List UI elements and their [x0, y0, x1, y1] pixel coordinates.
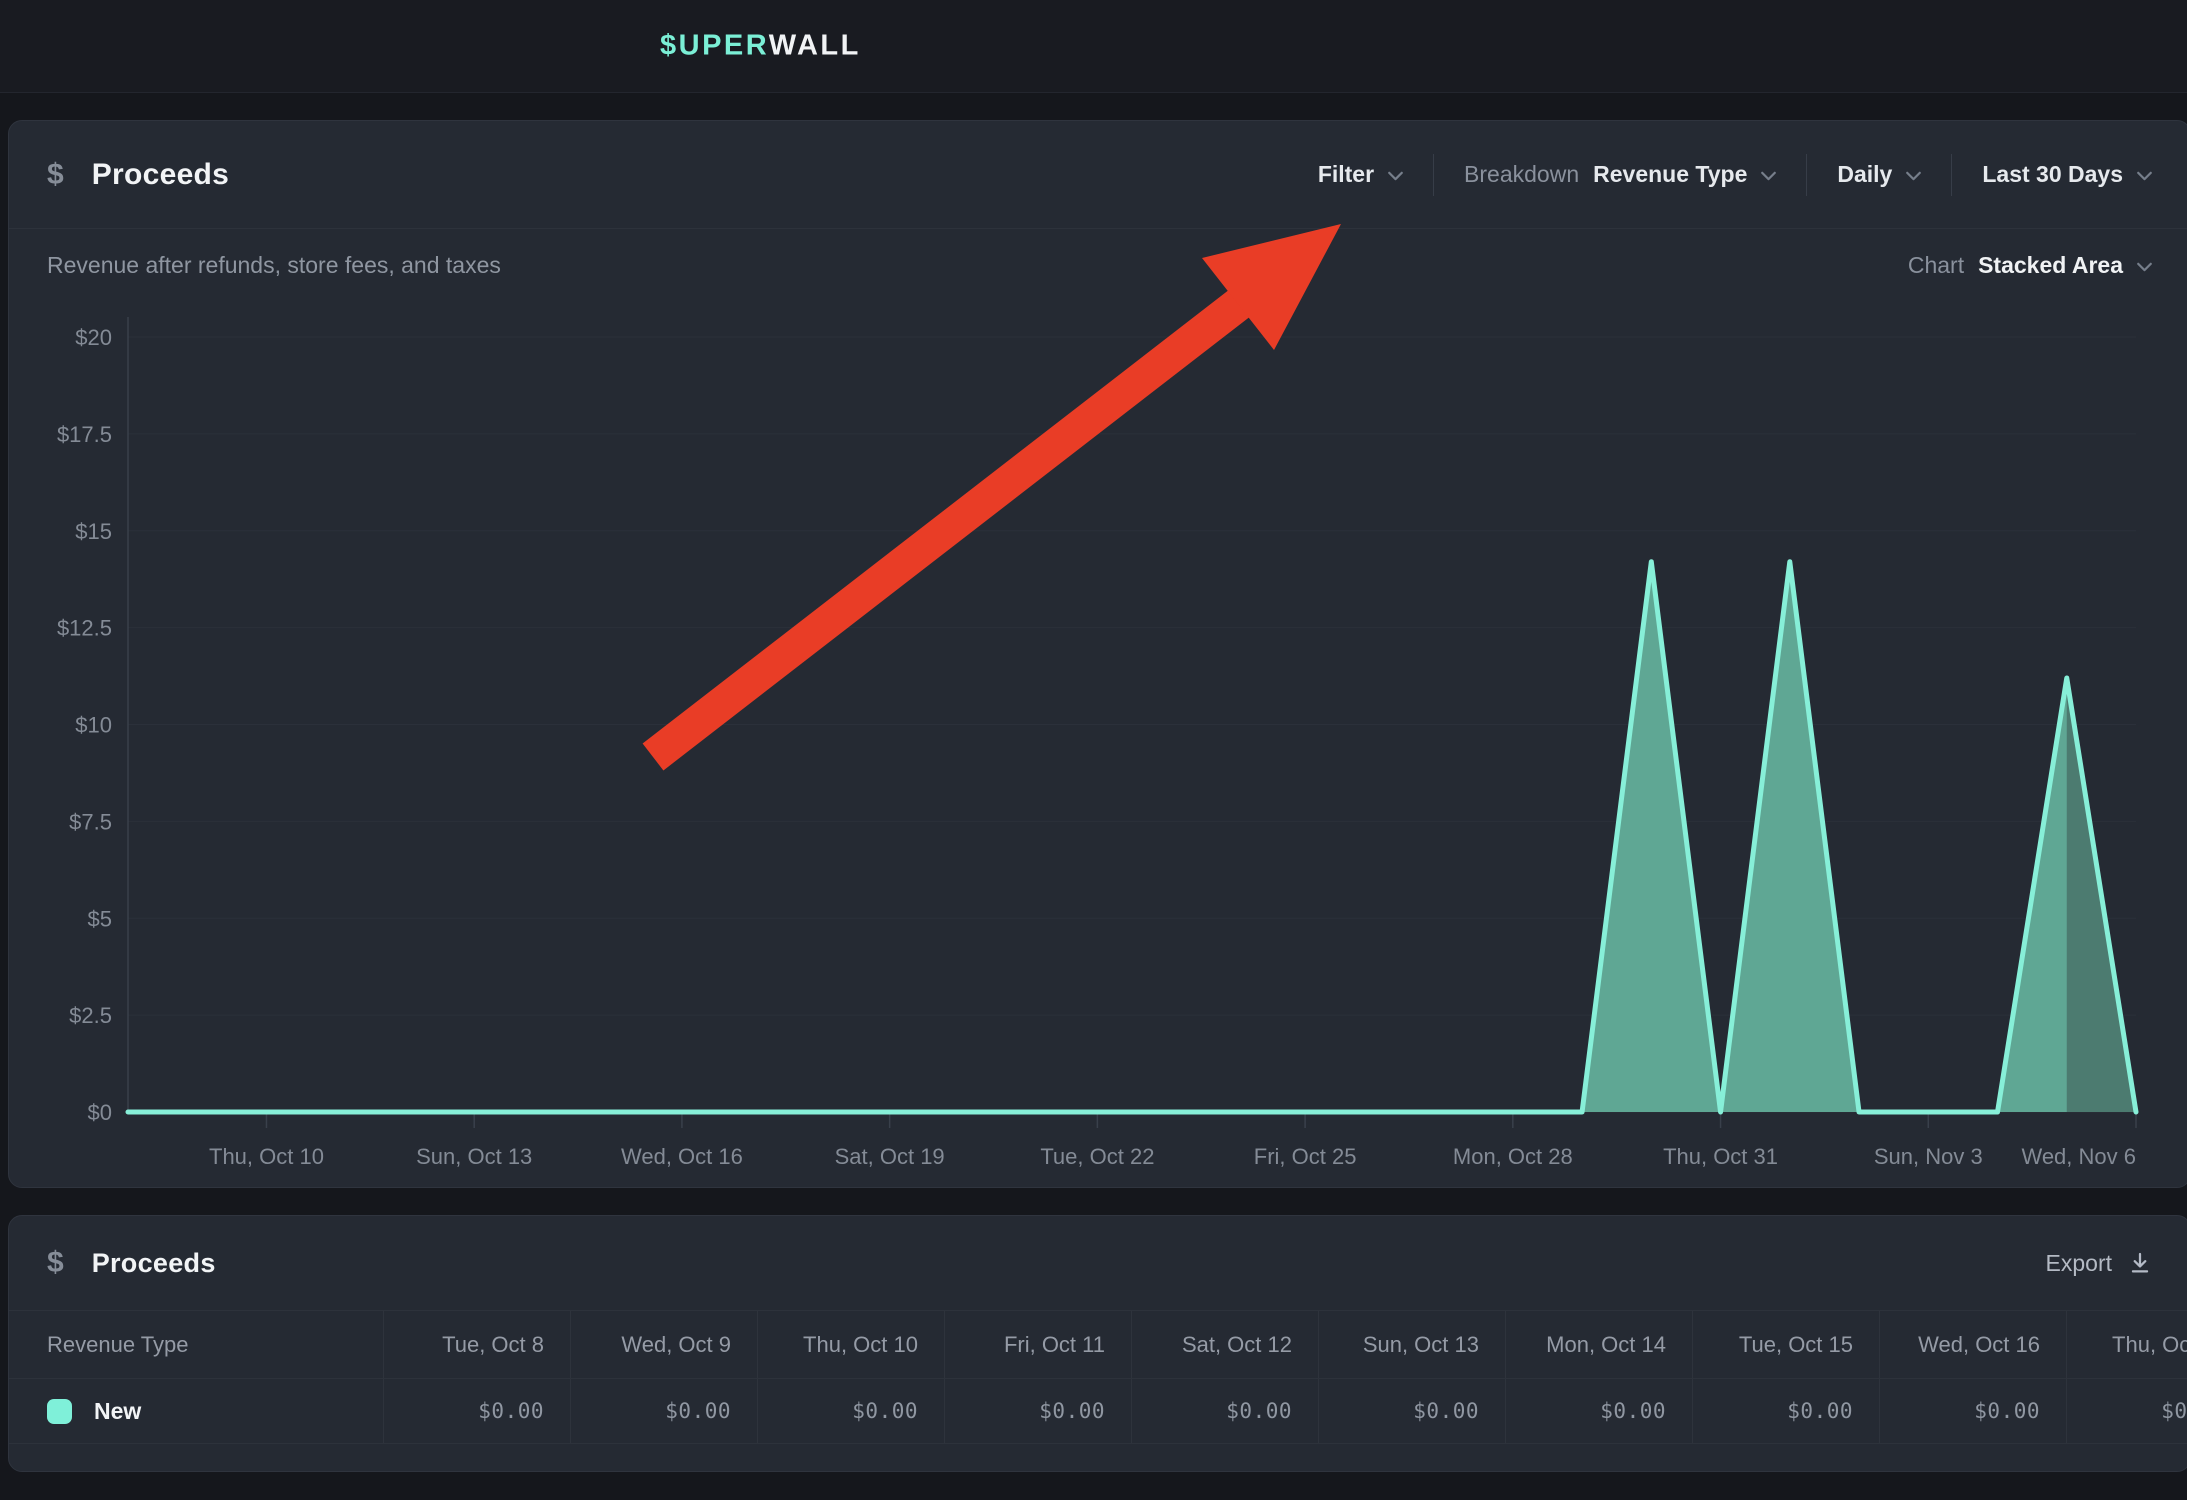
column-header-date: Wed, Oct 16 — [1879, 1311, 2066, 1378]
breakdown-dropdown[interactable]: Breakdown Revenue Type — [1464, 161, 1776, 188]
top-bar: $UPERWALL — [0, 0, 2187, 93]
chart-type-value: Stacked Area — [1978, 252, 2123, 279]
y-axis-tick-label: $2.5 — [69, 1003, 112, 1028]
filter-dropdown[interactable]: Filter — [1318, 161, 1403, 188]
table-header-row: Revenue TypeTue, Oct 8Wed, Oct 9Thu, Oct… — [9, 1311, 2187, 1379]
x-axis-tick-label: Sun, Oct 13 — [416, 1144, 532, 1169]
interval-dropdown[interactable]: Daily — [1837, 161, 1921, 188]
column-header-date: Wed, Oct 9 — [570, 1311, 757, 1378]
column-header-date: Sun, Oct 13 — [1318, 1311, 1505, 1378]
interval-value: Daily — [1837, 161, 1892, 188]
controls-divider — [1806, 154, 1807, 196]
chevron-down-icon — [2137, 171, 2152, 181]
x-axis-tick-label: Fri, Oct 25 — [1254, 1144, 1357, 1169]
superwall-logo[interactable]: $UPERWALL — [660, 30, 861, 63]
x-axis-tick-label: Thu, Oct 31 — [1663, 1144, 1778, 1169]
x-axis-tick-label: Tue, Oct 22 — [1040, 1144, 1154, 1169]
filter-label: Filter — [1318, 161, 1374, 188]
table-row: New$0.00$0.00$0.00$0.00$0.00$0.00$0.00$0… — [9, 1379, 2187, 1444]
breakdown-value: Revenue Type — [1593, 161, 1747, 188]
chevron-down-icon — [1388, 171, 1403, 181]
page-title: Proceeds — [92, 158, 229, 192]
cell-value: $0.00 — [1692, 1379, 1879, 1443]
cell-value: $0.00 — [757, 1379, 944, 1443]
chevron-down-icon — [2137, 262, 2152, 272]
table-card-title-group: $ Proceeds — [47, 1246, 216, 1280]
chart-type-label: Chart — [1908, 252, 1964, 279]
series-area-fill — [128, 562, 2136, 1112]
y-axis-tick-label: $0 — [88, 1100, 112, 1125]
date-range-value: Last 30 Days — [1982, 161, 2123, 188]
column-header-date: Tue, Oct 15 — [1692, 1311, 1879, 1378]
chart-subtitle-row: Revenue after refunds, store fees, and t… — [9, 229, 2187, 287]
column-header-date: Tue, Oct 8 — [383, 1311, 570, 1378]
y-axis-tick-label: $20 — [75, 325, 112, 350]
cell-value: $0.00 — [1318, 1379, 1505, 1443]
chart-type-dropdown[interactable]: Chart Stacked Area — [1908, 252, 2152, 279]
series-color-swatch — [47, 1399, 72, 1424]
dollar-icon: $ — [47, 158, 64, 192]
x-axis-tick-label: Sat, Oct 19 — [835, 1144, 945, 1169]
column-header-date: Sat, Oct 12 — [1131, 1311, 1318, 1378]
y-axis-tick-label: $5 — [88, 906, 112, 931]
chart-svg: $0 $2.5 $5 $7.5 $10 $12.5 $15 $17.5 $20 Thu, Oct … — [9, 287, 2187, 1187]
proceeds-chart[interactable]: $0 $2.5 $5 $7.5 $10 $12.5 $15 $17.5 $20 Thu, Oct … — [9, 287, 2187, 1187]
cell-value: $0.00 — [570, 1379, 757, 1443]
y-axis-tick-label: $15 — [75, 519, 112, 544]
x-axis-tick-label: Sun, Nov 3 — [1874, 1144, 1983, 1169]
x-axis-tick-label: Thu, Oct 10 — [209, 1144, 324, 1169]
chart-card-title-group: $ Proceeds — [47, 158, 229, 192]
proceeds-chart-card: $ Proceeds Filter Breakdown Revenue Type… — [8, 120, 2187, 1188]
y-axis-tick-label: $7.5 — [69, 809, 112, 834]
y-axis-tick-label: $12.5 — [57, 616, 112, 641]
cell-value: $0.00 — [1879, 1379, 2066, 1443]
x-axis-tick-label: Wed, Nov 6 — [2021, 1144, 2136, 1169]
chevron-down-icon — [1906, 171, 1921, 181]
download-icon — [2128, 1251, 2152, 1275]
column-header-revenue-type: Revenue Type — [9, 1311, 383, 1378]
controls-divider — [1951, 154, 1952, 196]
cell-value: $0.00 — [1131, 1379, 1318, 1443]
chart-subtitle: Revenue after refunds, store fees, and t… — [47, 252, 501, 279]
chart-card-header: $ Proceeds Filter Breakdown Revenue Type… — [9, 121, 2187, 229]
column-header-date: Thu, Oct 17 — [2066, 1311, 2187, 1378]
x-axis-tick-label: Mon, Oct 28 — [1453, 1144, 1573, 1169]
export-button[interactable]: Export — [2046, 1250, 2152, 1277]
cell-value: $0.00 — [2066, 1379, 2187, 1443]
proceeds-table-card: $ Proceeds Export Revenue TypeTue, Oct 8… — [8, 1215, 2187, 1472]
column-header-date: Mon, Oct 14 — [1505, 1311, 1692, 1378]
proceeds-table: Revenue TypeTue, Oct 8Wed, Oct 9Thu, Oct… — [9, 1311, 2187, 1444]
chart-controls: Filter Breakdown Revenue Type Daily Last… — [1318, 154, 2152, 196]
column-header-date: Thu, Oct 10 — [757, 1311, 944, 1378]
breakdown-label: Breakdown — [1464, 161, 1579, 188]
row-label: New — [94, 1398, 141, 1425]
chevron-down-icon — [1761, 171, 1776, 181]
date-range-dropdown[interactable]: Last 30 Days — [1982, 161, 2152, 188]
table-title: Proceeds — [92, 1248, 216, 1279]
logo-plain-text: WALL — [769, 30, 861, 62]
cell-value: $0.00 — [944, 1379, 1131, 1443]
logo-accent-text: $UPER — [660, 30, 769, 62]
dollar-icon: $ — [47, 1246, 64, 1280]
table-card-header: $ Proceeds Export — [9, 1216, 2187, 1311]
y-axis-tick-label: $10 — [75, 713, 112, 738]
x-axis-tick-label: Wed, Oct 16 — [621, 1144, 743, 1169]
row-label-cell: New — [9, 1379, 383, 1443]
cell-value: $0.00 — [1505, 1379, 1692, 1443]
column-header-date: Fri, Oct 11 — [944, 1311, 1131, 1378]
y-axis-tick-label: $17.5 — [57, 422, 112, 447]
cell-value: $0.00 — [383, 1379, 570, 1443]
export-label: Export — [2046, 1250, 2112, 1277]
controls-divider — [1433, 154, 1434, 196]
